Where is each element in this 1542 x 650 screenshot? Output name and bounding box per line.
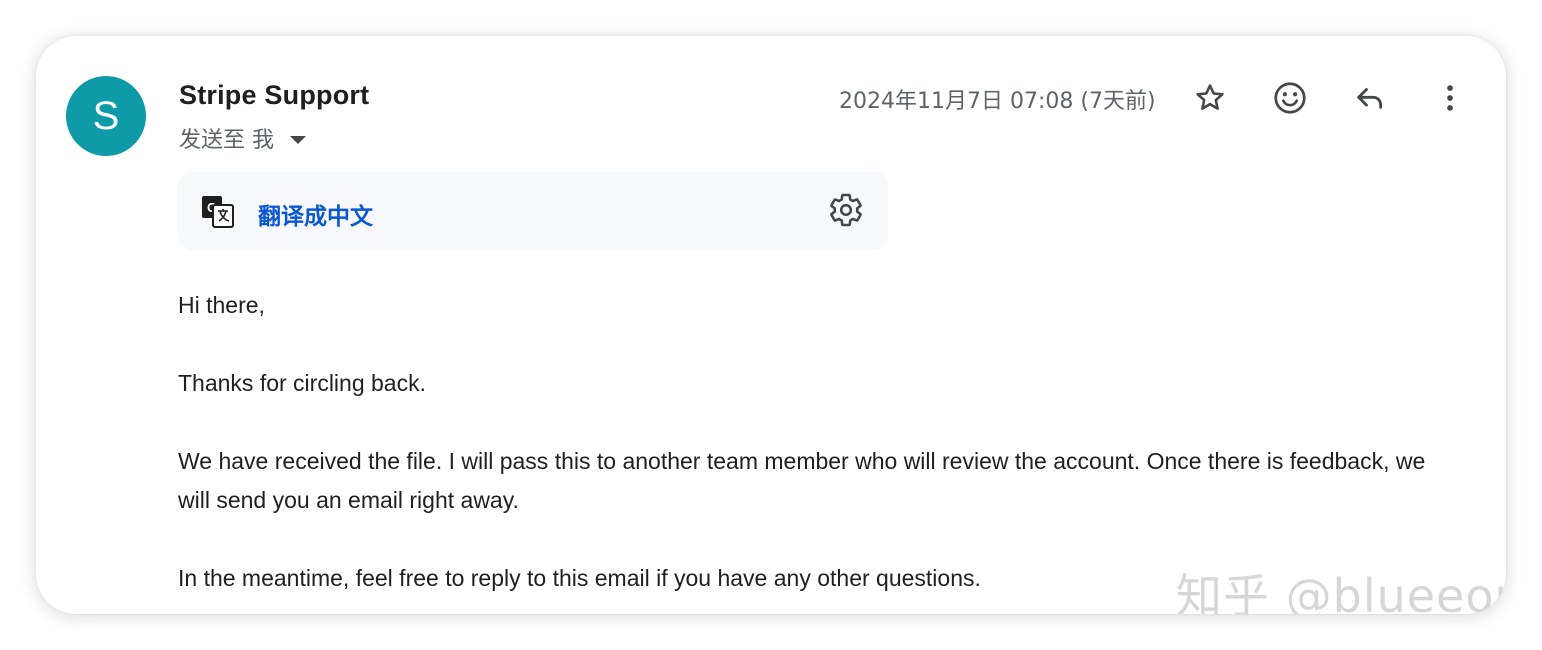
body-paragraph-2: We have received the file. I will pass t… — [178, 448, 1426, 513]
email-timestamp: 2024年11月7日 07:08 (7天前) — [839, 89, 1156, 114]
body-paragraph-1: Thanks for circling back. — [178, 370, 426, 396]
watermark: 知乎 @blueeon — [1176, 569, 1506, 614]
recipient-label: 发送至 我 — [179, 128, 274, 153]
recipient-details-toggle[interactable]: 发送至 我 — [179, 122, 306, 154]
reply-button[interactable] — [1348, 76, 1392, 120]
more-vert-icon — [1447, 85, 1453, 111]
email-message-card: S Stripe Support 发送至 我 2024年11月7日 07:08 … — [36, 36, 1506, 614]
translate-to-chinese-link[interactable]: 翻译成中文 — [258, 197, 373, 231]
sender-name[interactable]: Stripe Support — [179, 80, 369, 111]
reply-icon — [1357, 88, 1383, 109]
chevron-down-icon — [290, 136, 306, 144]
emoji-icon — [1274, 82, 1306, 114]
translate-bar: G 翻译成中文 — [178, 172, 888, 250]
gear-icon[interactable] — [828, 192, 864, 228]
star-button[interactable] — [1188, 76, 1232, 120]
sender-avatar[interactable]: S — [66, 76, 146, 156]
star-icon — [1196, 84, 1224, 110]
translate-icon: G — [202, 196, 234, 228]
more-options-button[interactable] — [1428, 76, 1472, 120]
add-reaction-button[interactable] — [1268, 76, 1312, 120]
body-greeting: Hi there, — [178, 292, 265, 318]
